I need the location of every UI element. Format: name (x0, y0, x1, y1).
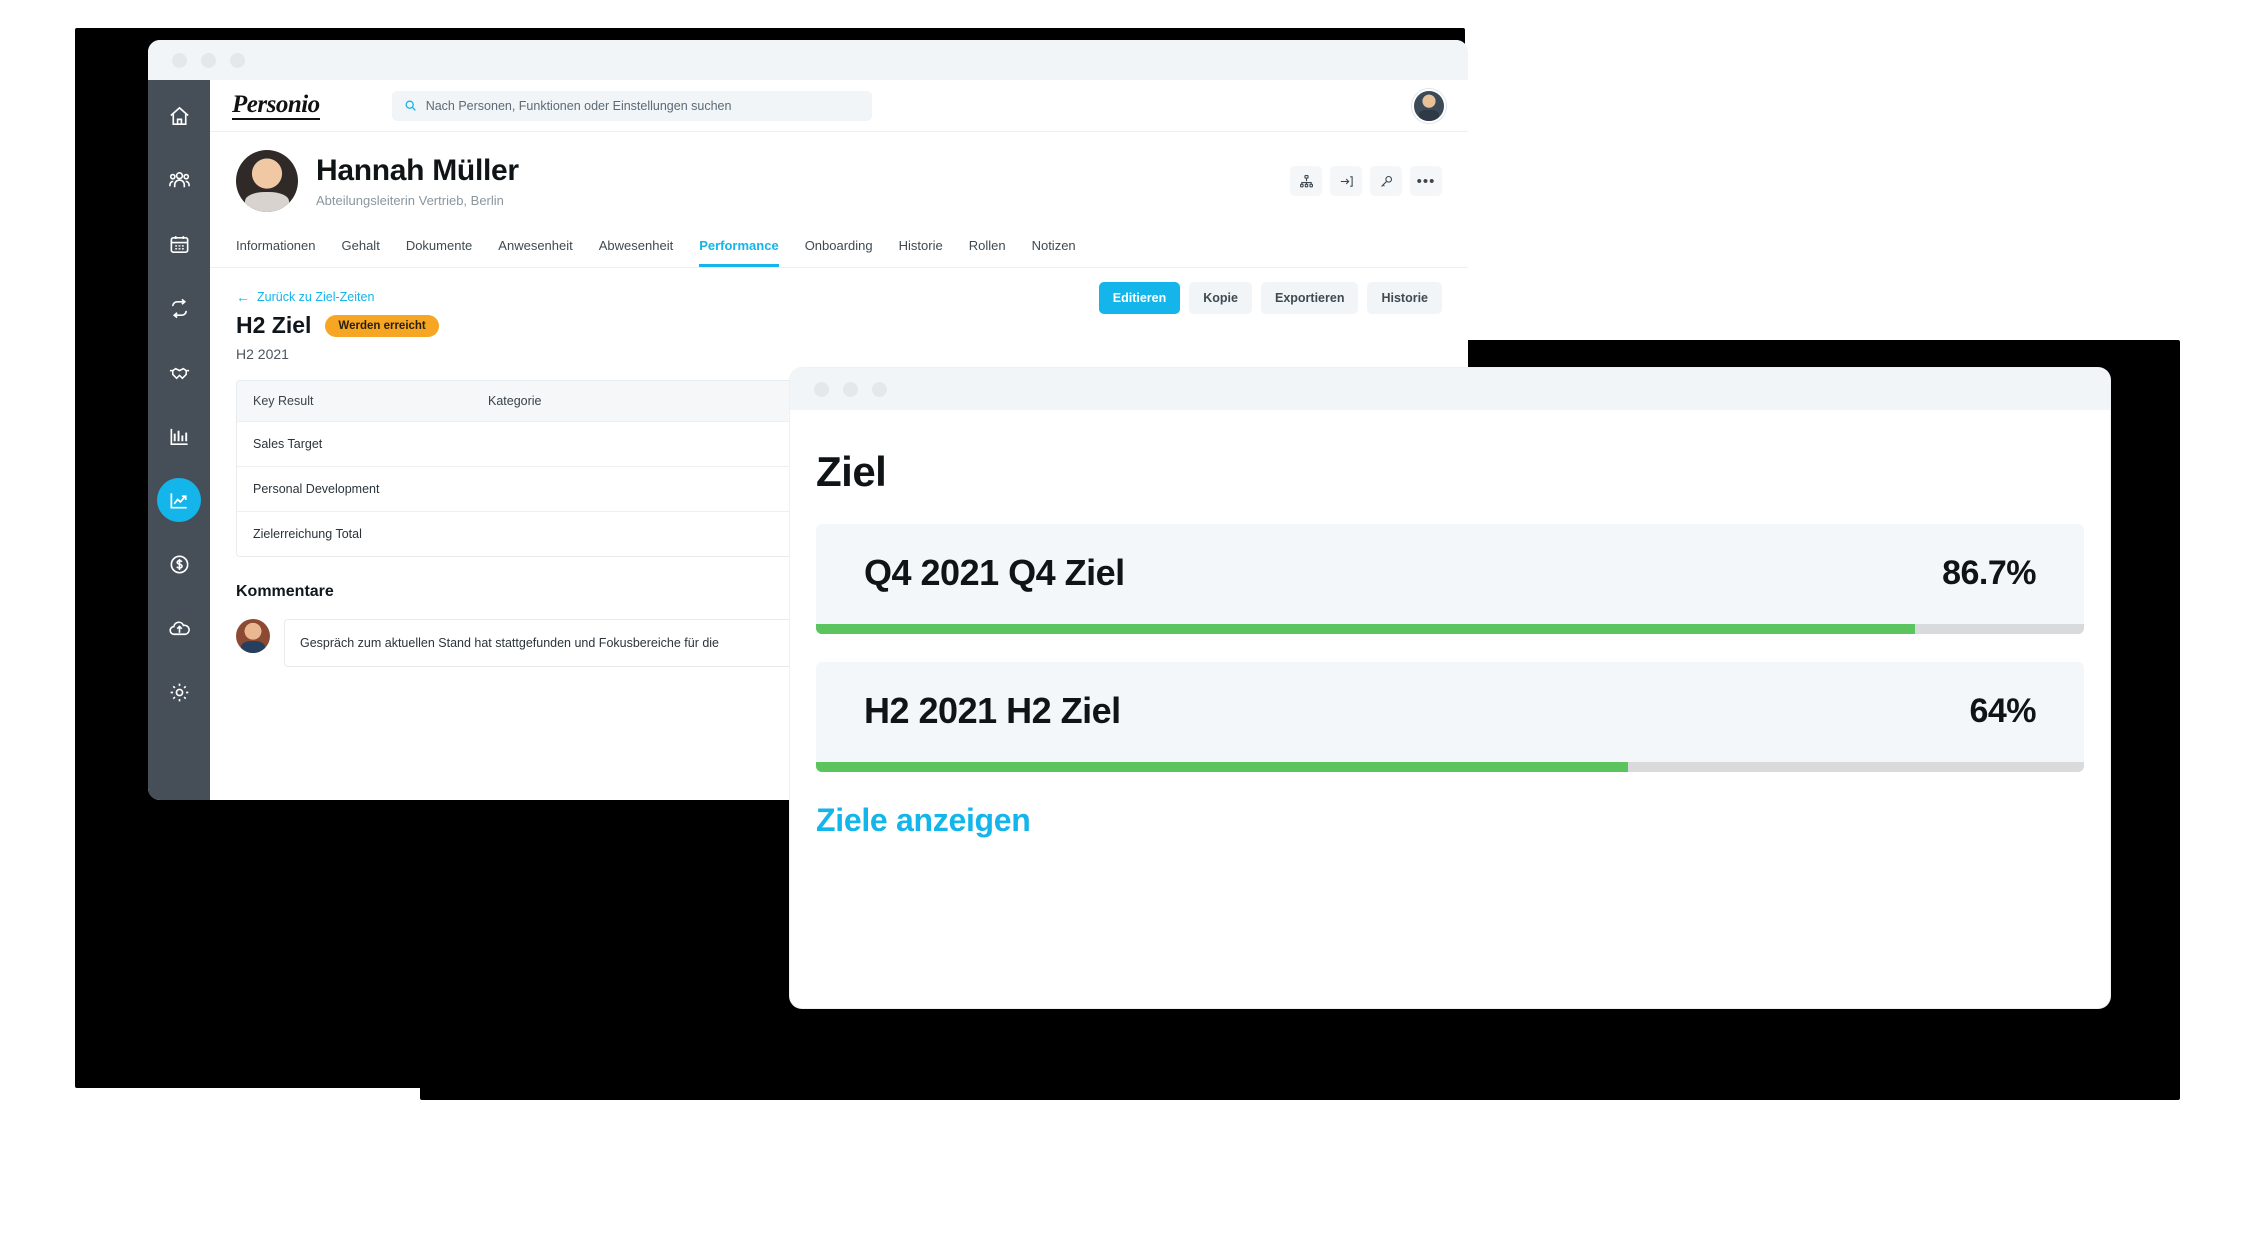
sidebar-item-performance[interactable] (157, 478, 201, 522)
profile-role: Abteilungsleiterin Vertrieb, Berlin (316, 192, 504, 208)
sidebar-item-payroll[interactable] (157, 542, 201, 586)
goal-card-percent: 64% (1969, 691, 2036, 730)
goal-title-row: H2 Ziel Werden erreicht (236, 312, 1442, 339)
goal-period: H2 2021 (236, 346, 289, 362)
sidebar-item-recruiting[interactable] (157, 350, 201, 394)
tab-notizen[interactable]: Notizen (1032, 226, 1076, 267)
sidebar-item-home[interactable] (157, 94, 201, 138)
modal-minimize-dot[interactable] (843, 381, 858, 397)
tab-rollen[interactable]: Rollen (969, 226, 1006, 267)
profile-tabs: Informationen Gehalt Dokumente Anwesenhe… (210, 226, 1468, 268)
profile-action-buttons: ••• (1290, 166, 1442, 196)
goal-card-label: H2 2021 H2 Ziel (864, 690, 1121, 731)
column-header-key-result: Key Result (253, 394, 314, 408)
progress-bar-fill (816, 762, 1628, 772)
tab-onboarding[interactable]: Onboarding (805, 226, 873, 267)
sidebar-item-calendar[interactable] (157, 222, 201, 266)
sidebar-item-reports[interactable] (157, 414, 201, 458)
user-avatar[interactable] (1412, 88, 1446, 123)
sidebar-nav (148, 80, 210, 800)
login-as-icon (1340, 175, 1353, 187)
profile-header: Hannah Müller Abteilungsleiterin Vertrie… (210, 132, 1468, 226)
copy-button[interactable]: Kopie (1189, 282, 1252, 314)
tab-anwesenheit[interactable]: Anwesenheit (498, 226, 572, 267)
login-as-button[interactable] (1330, 166, 1362, 196)
modal-content: Ziel Q4 2021 Q4 Ziel 86.7% H2 2021 H2 Zi… (790, 410, 2110, 839)
org-chart-button[interactable] (1290, 166, 1322, 196)
app-topbar: Personio Nach Personen, Funktionen oder … (210, 80, 1468, 132)
tab-historie[interactable]: Historie (899, 226, 943, 267)
show-goals-link[interactable]: Ziele anzeigen (816, 802, 2084, 839)
status-badge: Werden erreicht (325, 314, 439, 337)
sidebar-item-workflows[interactable] (157, 286, 201, 330)
modal-title: Ziel (816, 448, 887, 495)
cloud-upload-icon (168, 620, 190, 635)
loop-arrows-icon (171, 298, 187, 318)
tab-gehalt[interactable]: Gehalt (342, 226, 380, 267)
goal-card-row: Q4 2021 Q4 Ziel 86.7% (816, 524, 2084, 624)
handshake-icon (169, 367, 189, 379)
goal-card-row: H2 2021 H2 Ziel 64% (816, 662, 2084, 762)
goal-title: H2 Ziel (236, 312, 312, 338)
goal-card-percent: 86.7% (1942, 553, 2036, 592)
window-close-dot[interactable] (172, 52, 187, 68)
gear-icon (170, 683, 188, 701)
sidebar-item-settings[interactable] (157, 670, 201, 714)
home-icon (169, 106, 189, 125)
goal-card-label: Q4 2021 Q4 Ziel (864, 552, 1125, 593)
tab-abwesenheit[interactable]: Abwesenheit (599, 226, 673, 267)
modal-close-dot[interactable] (814, 381, 829, 397)
goal-progress-card[interactable]: H2 2021 H2 Ziel 64% (816, 662, 2084, 772)
trend-chart-icon (169, 492, 187, 509)
goal-action-buttons: Editieren Kopie Exportieren Historie (1098, 282, 1442, 314)
goal-overview-window: Ziel Q4 2021 Q4 Ziel 86.7% H2 2021 H2 Zi… (790, 368, 2110, 1008)
tab-informationen[interactable]: Informationen (236, 226, 316, 267)
cell-key-result: Zielerreichung Total (253, 527, 362, 541)
window-titlebar (148, 40, 1468, 80)
sidebar-item-documents-upload[interactable] (157, 606, 201, 650)
dollar-circle-icon (170, 555, 188, 573)
avatar[interactable] (236, 150, 298, 212)
commenter-avatar[interactable] (236, 619, 270, 653)
window-minimize-dot[interactable] (201, 52, 216, 68)
progress-bar-track (816, 624, 2084, 634)
org-chart-icon (1299, 174, 1313, 187)
arrow-left-icon: ← (236, 289, 250, 305)
cell-key-result: Personal Development (253, 482, 380, 496)
tab-performance[interactable]: Performance (699, 226, 779, 267)
export-button[interactable]: Exportieren (1260, 282, 1359, 314)
more-options-icon: ••• (1416, 172, 1436, 190)
tab-dokumente[interactable]: Dokumente (406, 226, 472, 267)
key-icon (1380, 175, 1392, 187)
edit-button[interactable]: Editieren (1098, 282, 1181, 314)
bar-chart-icon (170, 428, 188, 445)
progress-bar-track (816, 762, 2084, 772)
search-icon (405, 100, 416, 111)
history-button[interactable]: Historie (1367, 282, 1442, 314)
goal-progress-card[interactable]: Q4 2021 Q4 Ziel 86.7% (816, 524, 2084, 634)
search-input[interactable]: Nach Personen, Funktionen oder Einstellu… (426, 99, 732, 113)
profile-text: Hannah Müller Abteilungsleiterin Vertrie… (316, 154, 519, 208)
personio-logo[interactable]: Personio (232, 92, 320, 120)
modal-maximize-dot[interactable] (872, 381, 887, 397)
people-icon (168, 171, 190, 187)
page-title: Hannah Müller (316, 154, 519, 188)
modal-titlebar (790, 368, 2110, 410)
calendar-icon (170, 235, 188, 253)
cell-key-result: Sales Target (253, 437, 323, 451)
screenshot-stage: Personio Nach Personen, Funktionen oder … (0, 0, 2260, 1260)
more-options-button[interactable]: ••• (1410, 166, 1442, 196)
sidebar-item-employees[interactable] (157, 158, 201, 202)
access-key-button[interactable] (1370, 166, 1402, 196)
window-maximize-dot[interactable] (230, 52, 245, 68)
back-link-label: Zurück zu Ziel-Zeiten (257, 290, 375, 304)
search-bar[interactable]: Nach Personen, Funktionen oder Einstellu… (391, 90, 872, 121)
progress-bar-fill (816, 624, 1916, 634)
